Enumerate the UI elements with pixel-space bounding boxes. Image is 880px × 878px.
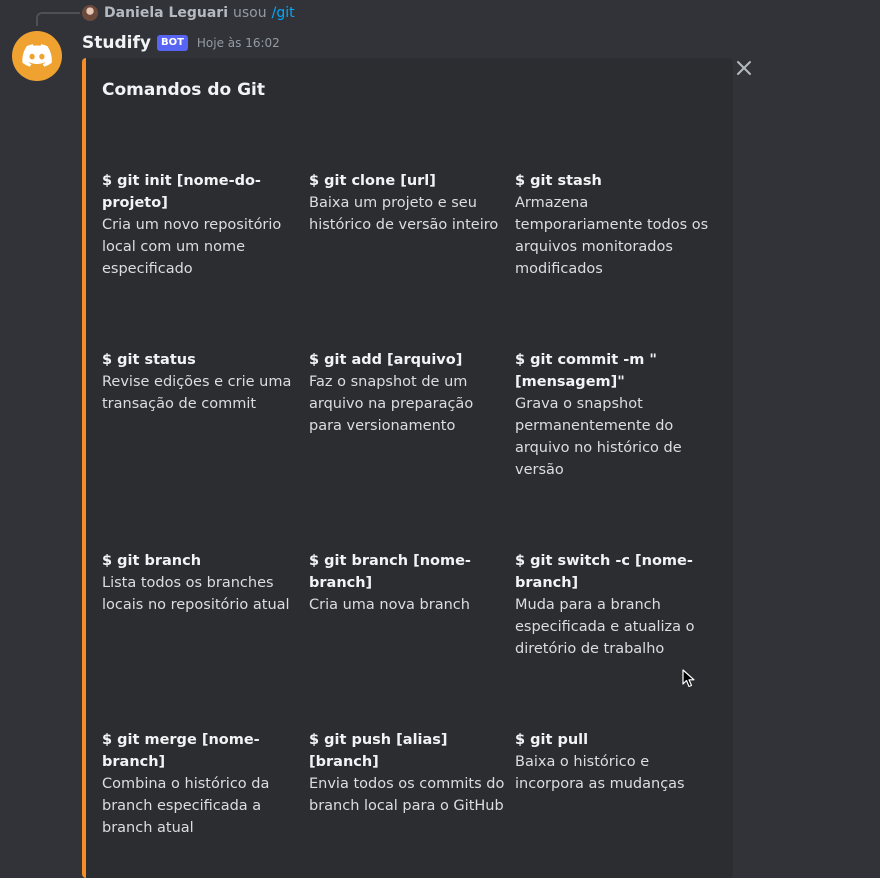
embed-title: Comandos do Git	[102, 80, 266, 100]
field-value: Lista todos os branches locais no reposi…	[102, 575, 290, 613]
embed-field: $ git clone [url] Baixa um projeto e seu…	[309, 170, 507, 236]
message-timestamp: Hoje às 16:02	[196, 36, 280, 50]
reply-action-text: usou	[233, 5, 267, 21]
field-name: $ git init [nome-do-projeto]	[102, 173, 261, 211]
field-value: Grava o snapshot permanentemente do arqu…	[515, 396, 682, 478]
embed-field: $ git add [arquivo] Faz o snapshot de um…	[309, 349, 507, 437]
field-name: $ git merge [nome-branch]	[102, 732, 260, 770]
embed-field: $ git status Revise edições e crie uma t…	[102, 349, 300, 415]
bot-name[interactable]: Studify	[82, 33, 151, 53]
field-value: Baixa um projeto e seu histórico de vers…	[309, 195, 499, 233]
reply-user-name[interactable]: Daniela Leguari	[104, 5, 228, 21]
field-name: $ git branch [nome-branch]	[309, 553, 471, 591]
embed-field: $ git branch [nome-branch] Cria uma nova…	[309, 550, 507, 616]
field-value: Cria um novo repositório local com um no…	[102, 217, 282, 277]
field-value: Muda para a branch especificada e atuali…	[515, 597, 695, 657]
field-name: $ git push [alias] [branch]	[309, 732, 448, 770]
field-name: $ git pull	[515, 732, 589, 748]
embed-field: $ git pull Baixa o histórico e incorpora…	[515, 729, 713, 795]
bot-avatar[interactable]	[12, 31, 62, 81]
reply-reference[interactable]: Daniela Leguari usou /git	[82, 3, 295, 23]
field-name: $ git commit -m "[mensagem]"	[515, 352, 657, 390]
field-value: Faz o snapshot de um arquivo na preparaç…	[309, 374, 474, 434]
close-icon[interactable]	[735, 59, 753, 77]
embed-field: $ git merge [nome-branch] Combina o hist…	[102, 729, 300, 839]
embed-field: $ git init [nome-do-projeto] Cria um nov…	[102, 170, 300, 280]
field-value: Armazena temporariamente todos os arquiv…	[515, 195, 709, 277]
message-header: Studify BOT Hoje às 16:02	[82, 30, 280, 56]
bot-badge: BOT	[156, 35, 188, 51]
field-name: $ git branch	[102, 553, 202, 569]
reply-command-link[interactable]: /git	[272, 5, 295, 21]
field-value: Baixa o histórico e incorpora as mudança…	[515, 754, 685, 792]
field-value: Cria uma nova branch	[309, 597, 470, 613]
field-value: Combina o histórico da branch especifica…	[102, 776, 270, 836]
reply-spine	[36, 12, 80, 26]
field-value: Envia todos os commits do branch local p…	[309, 776, 505, 814]
discord-logo-icon	[22, 44, 52, 67]
mouse-cursor-icon	[682, 669, 695, 688]
field-name: $ git stash	[515, 173, 602, 189]
field-name: $ git clone [url]	[309, 173, 436, 189]
field-name: $ git switch -c [nome-branch]	[515, 553, 693, 591]
embed-field: $ git branch Lista todos os branches loc…	[102, 550, 300, 616]
embed-field: $ git push [alias] [branch] Envia todos …	[309, 729, 507, 817]
field-value: Revise edições e crie uma transação de c…	[102, 374, 292, 412]
field-name: $ git status	[102, 352, 196, 368]
field-name: $ git add [arquivo]	[309, 352, 463, 368]
embed-field: $ git stash Armazena temporariamente tod…	[515, 170, 713, 280]
embed-field: $ git switch -c [nome-branch] Muda para …	[515, 550, 713, 660]
reply-user-avatar[interactable]	[82, 5, 98, 21]
embed-card: Comandos do Git $ git init [nome-do-proj…	[82, 58, 733, 878]
embed-field: $ git commit -m "[mensagem]" Grava o sna…	[515, 349, 713, 481]
